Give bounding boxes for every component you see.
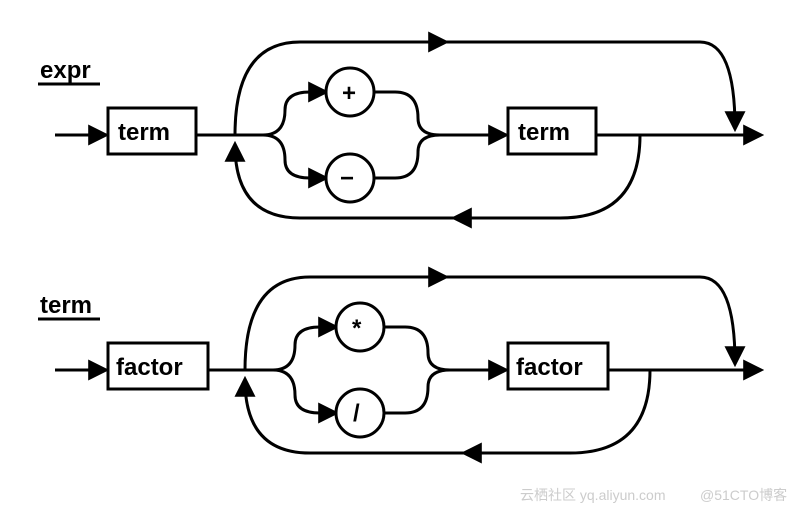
op-star-label: *	[352, 315, 362, 342]
op-minus-label: −	[340, 165, 354, 192]
watermark-right: @51CTO博客	[700, 487, 787, 503]
watermark-left: 云栖社区 yq.aliyun.com	[520, 487, 665, 503]
rule-label-expr: expr	[40, 57, 91, 84]
box-factor-2-label: factor	[516, 354, 583, 381]
rule-term: term factor * / factor	[38, 277, 760, 453]
rule-expr: expr term + − term	[38, 42, 760, 218]
op-slash	[336, 389, 384, 437]
op-plus-label: +	[342, 80, 356, 107]
syntax-diagram: expr term + − term	[0, 0, 806, 513]
box-term-2-label: term	[518, 119, 570, 146]
op-slash-label: /	[353, 400, 360, 427]
rule-label-term: term	[40, 292, 92, 319]
box-factor-1-label: factor	[116, 354, 183, 381]
box-term-1-label: term	[118, 119, 170, 146]
